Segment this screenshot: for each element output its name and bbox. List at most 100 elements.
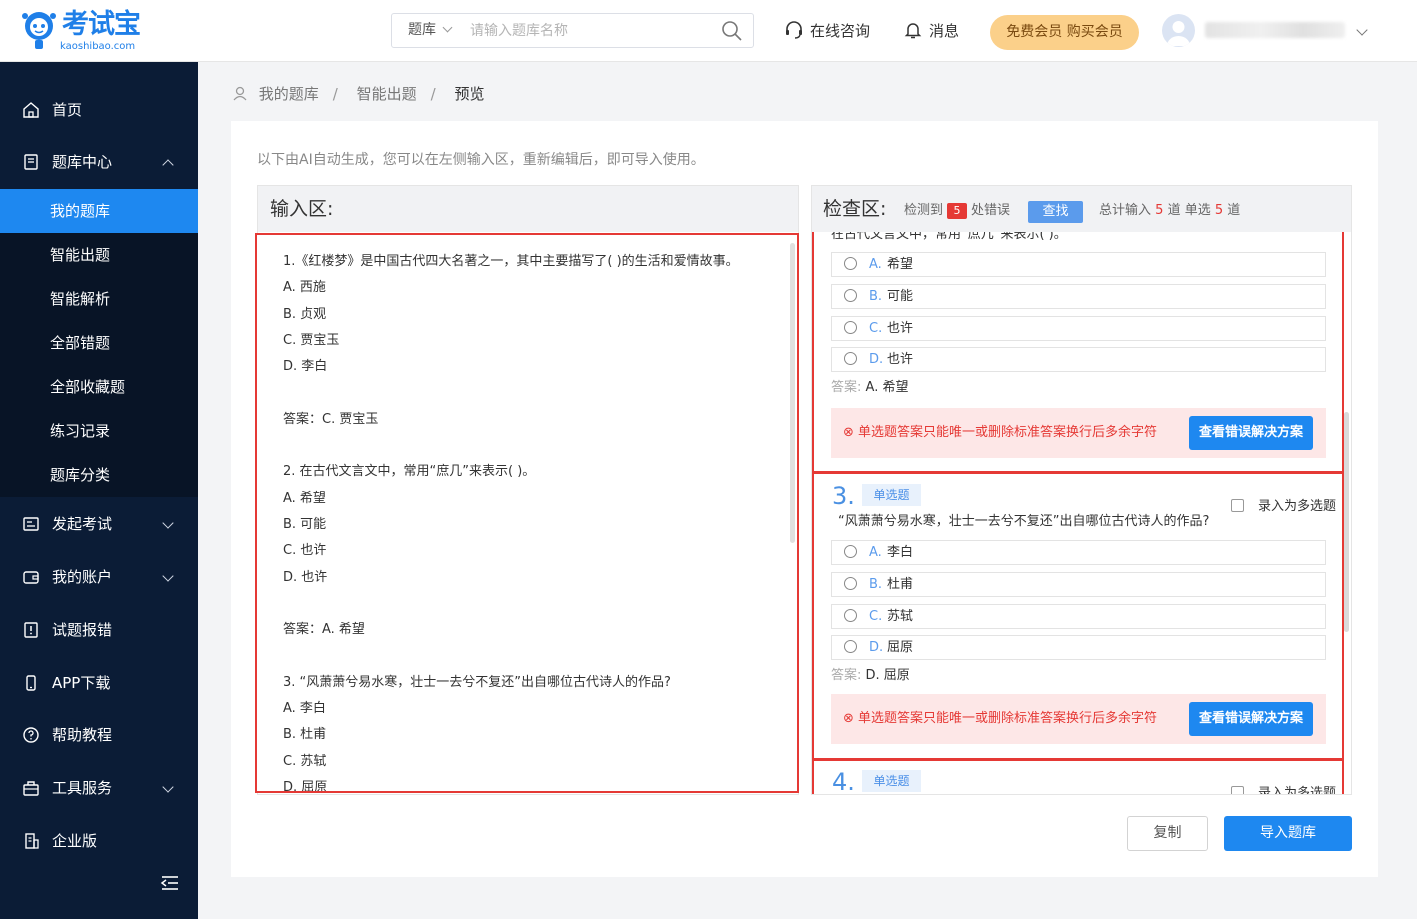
find-button[interactable]: 查找 <box>1028 201 1083 223</box>
checkbox[interactable] <box>1230 786 1244 794</box>
input-line: C. 贾宝玉 <box>283 332 340 348</box>
breadcrumb-smart-question[interactable]: 智能出题 <box>357 85 417 103</box>
radio-button[interactable] <box>844 321 857 334</box>
question-text: 在古代文言文中，常用“庶几”来表示( )。 <box>831 232 1067 242</box>
sidebar-item-all-wrong[interactable]: 全部错题 <box>0 321 198 365</box>
exam-icon <box>23 517 39 531</box>
error-message: ⊗ 单选题答案只能唯一或删除标准答案换行后多余字符 <box>843 711 1158 726</box>
question-card-2: 在古代文言文中，常用“庶几”来表示( )。 A. 希望 B. 可能 C. 也许 D. 也… <box>812 232 1344 473</box>
radio-button[interactable] <box>844 352 857 365</box>
option-d[interactable]: D. 也许 <box>831 347 1326 372</box>
option-a[interactable]: A. 李白 <box>831 540 1326 565</box>
online-consult-button[interactable]: 在线咨询 <box>784 20 870 42</box>
logo[interactable]: 考试宝 kaoshibao.com <box>20 8 160 54</box>
search-scope-select[interactable]: 题库 <box>408 14 453 47</box>
view-solution-button[interactable]: 查看错误解决方案 <box>1189 416 1313 450</box>
sidebar-item-enterprise[interactable]: 企业版 <box>0 819 198 863</box>
main-card: 以下由AI自动生成，您可以在左侧输入区，重新编辑后，即可导入使用。 输入区: 1… <box>231 121 1378 877</box>
multi-select-checkbox[interactable]: 录入为多选题 <box>1230 499 1336 515</box>
radio-button[interactable] <box>844 545 857 558</box>
input-line: A. 西施 <box>283 280 326 296</box>
radio-button[interactable] <box>844 609 857 622</box>
username-blurred[interactable] <box>1205 22 1345 38</box>
breadcrumb-my-bank[interactable]: 我的题库 <box>259 85 319 103</box>
option-c[interactable]: C. 也许 <box>831 316 1326 341</box>
input-line: D. 也许 <box>283 569 328 585</box>
option-a[interactable]: A. 希望 <box>831 252 1326 277</box>
sidebar-item-account[interactable]: 我的账户 <box>0 555 198 599</box>
check-scrollbar[interactable] <box>1344 412 1349 632</box>
import-bank-button[interactable]: 导入题库 <box>1224 816 1352 851</box>
input-textarea[interactable]: 1.《红楼梦》是中国古代四大名著之一，其中主要描写了( )的生活和爱情故事。 A… <box>255 233 799 793</box>
top-bar: 考试宝 kaoshibao.com 题库 在线咨询 消息 免费会员 购买会员 <box>0 0 1417 62</box>
option-d[interactable]: D. 屈原 <box>831 635 1326 660</box>
vip-button[interactable]: 免费会员 购买会员 <box>990 15 1139 50</box>
chevron-up-icon <box>162 159 174 171</box>
option-c[interactable]: C. 苏轼 <box>831 604 1326 629</box>
chevron-down-icon <box>162 781 174 793</box>
question-type-tag: 单选题 <box>862 770 921 792</box>
sidebar-item-report[interactable]: 试题报错 <box>0 608 198 652</box>
sidebar-item-home[interactable]: 首页 <box>0 88 198 132</box>
headset-icon <box>786 21 802 39</box>
mascot-logo-icon <box>22 12 56 49</box>
input-line <box>283 643 797 669</box>
total-stat: 总计输入 5 道 单选 5 道 <box>1099 203 1241 218</box>
check-pane: 检查区: 检测到 5 处错误 查找 总计输入 5 道 单选 5 道 在古代文言文中，… <box>811 185 1352 795</box>
radio-button[interactable] <box>844 640 857 653</box>
sidebar-item-exam[interactable]: 发起考试 <box>0 502 198 546</box>
input-line: B. 杜甫 <box>283 727 327 743</box>
messages-button[interactable]: 消息 <box>903 20 959 42</box>
input-pane-title: 输入区: <box>258 186 798 232</box>
input-line: B. 可能 <box>283 516 327 532</box>
option-b[interactable]: B. 可能 <box>831 284 1326 309</box>
chevron-down-icon <box>162 517 174 529</box>
input-line: A. 希望 <box>283 490 326 506</box>
input-line: A. 李白 <box>283 701 326 717</box>
multi-select-checkbox[interactable]: 录入为多选题 <box>1230 786 1336 794</box>
sidebar-item-help[interactable]: 帮助教程 <box>0 713 198 757</box>
question-type-tag: 单选题 <box>862 484 921 506</box>
search-input[interactable] <box>470 18 710 43</box>
input-line: 1.《红楼梦》是中国古代四大名著之一，其中主要描写了( )的生活和爱情故事。 <box>283 254 739 269</box>
search-box: 题库 <box>391 13 754 48</box>
radio-button[interactable] <box>844 257 857 270</box>
chevron-down-icon[interactable] <box>1356 24 1368 36</box>
sidebar-item-all-favorites[interactable]: 全部收藏题 <box>0 365 198 409</box>
collapse-menu-icon[interactable] <box>160 874 180 892</box>
home-icon <box>23 102 39 118</box>
sidebar-item-smart-question[interactable]: 智能出题 <box>0 233 198 277</box>
building-icon <box>25 833 39 849</box>
view-solution-button[interactable]: 查看错误解决方案 <box>1189 702 1313 736</box>
radio-button[interactable] <box>844 289 857 302</box>
sidebar-item-bank-center[interactable]: 题库中心 <box>0 140 198 184</box>
sidebar-item-my-bank[interactable]: 我的题库 <box>0 189 198 233</box>
check-scroll-area: 在古代文言文中，常用“庶几”来表示( )。 A. 希望 B. 可能 C. 也许 D. 也… <box>812 232 1351 794</box>
sidebar-item-app[interactable]: APP下载 <box>0 661 198 705</box>
question-number: 3. <box>832 482 855 510</box>
input-line: B. 贞观 <box>283 306 327 322</box>
input-line <box>283 433 797 459</box>
sidebar-item-practice-log[interactable]: 练习记录 <box>0 409 198 453</box>
radio-button[interactable] <box>844 577 857 590</box>
check-pane-header: 检查区: 检测到 5 处错误 查找 总计输入 5 道 单选 5 道 <box>812 186 1351 232</box>
avatar[interactable] <box>1162 14 1195 47</box>
search-icon[interactable] <box>721 20 743 42</box>
option-b[interactable]: B. 杜甫 <box>831 572 1326 597</box>
input-line: C. 苏轼 <box>283 753 327 769</box>
sidebar-item-bank-category[interactable]: 题库分类 <box>0 453 198 497</box>
input-scrollbar[interactable] <box>790 243 795 543</box>
copy-button[interactable]: 复制 <box>1127 816 1208 851</box>
sidebar-item-tools[interactable]: 工具服务 <box>0 766 198 810</box>
answer-line: 答案: A. 希望 <box>831 380 909 395</box>
error-message: ⊗ 单选题答案只能唯一或删除标准答案换行后多余字符 <box>843 425 1158 440</box>
sidebar-item-smart-analysis[interactable]: 智能解析 <box>0 277 198 321</box>
ai-hint: 以下由AI自动生成，您可以在左侧输入区，重新编辑后，即可导入使用。 <box>257 152 705 168</box>
input-line: 3. “风萧萧兮易水寒，壮士一去兮不复还”出自哪位古代诗人的作品? <box>283 674 671 690</box>
checkbox[interactable] <box>1230 499 1244 512</box>
phone-icon <box>26 675 36 691</box>
report-icon <box>24 622 38 638</box>
input-line: C. 也许 <box>283 543 327 559</box>
answer-line: 答案: D. 屈原 <box>831 668 910 683</box>
input-line: 答案：A. 希望 <box>283 622 365 638</box>
